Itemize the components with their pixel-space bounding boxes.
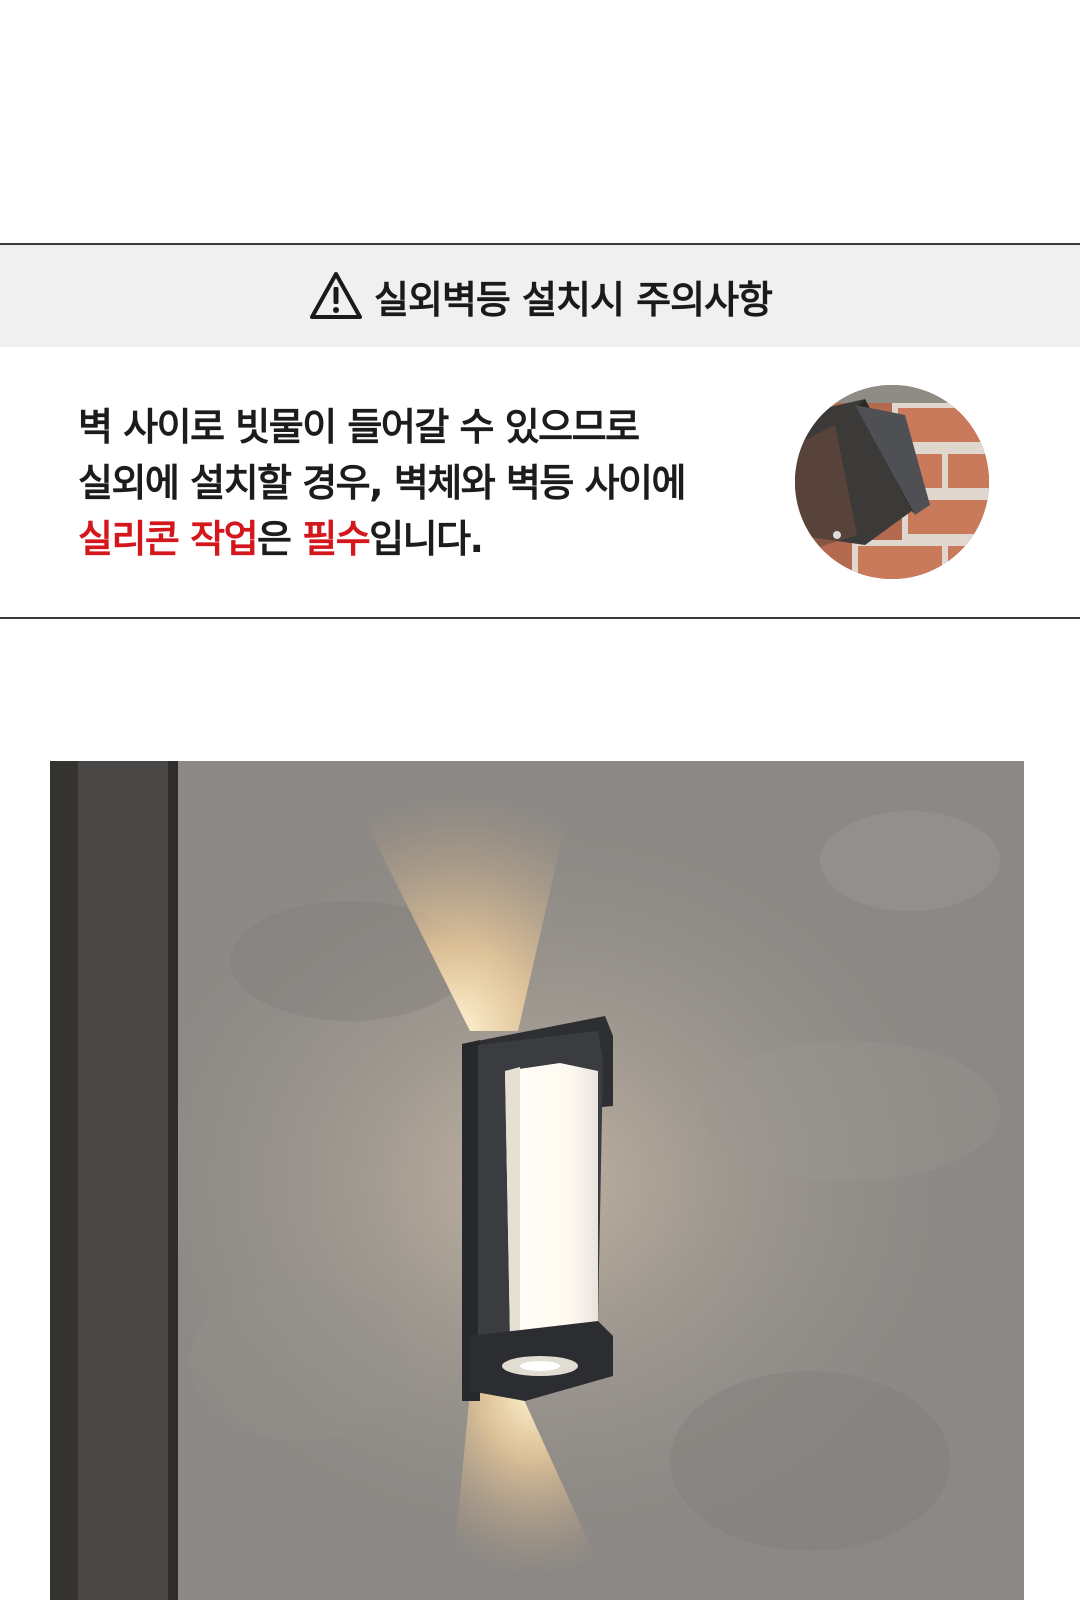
warning-triangle-icon bbox=[309, 272, 362, 319]
required-highlight: 필수 bbox=[302, 517, 370, 561]
notice-line-3: 실리콘 작업은 필수입니다. bbox=[78, 511, 758, 567]
silicone-detail-image bbox=[795, 385, 989, 579]
notice-title: 실외벽등 설치시 주의사항 bbox=[373, 277, 773, 322]
silicone-work-highlight: 실리콘 작업 bbox=[78, 517, 259, 561]
notice-message: 벽 사이로 빗물이 들어갈 수 있으므로 실외에 설치할 경우, 벽체와 벽등 … bbox=[78, 399, 758, 567]
installation-notice: 실외벽등 설치시 주의사항 벽 사이로 빗물이 들어갈 수 있으므로 실외에 설… bbox=[0, 243, 1080, 619]
notice-header: 실외벽등 설치시 주의사항 bbox=[0, 245, 1080, 347]
notice-line-1: 벽 사이로 빗물이 들어갈 수 있으므로 bbox=[78, 405, 640, 449]
notice-line-3-text-b: 입니다. bbox=[369, 517, 484, 561]
notice-line-2: 실외에 설치할 경우, 벽체와 벽등 사이에 bbox=[78, 461, 686, 505]
notice-body: 벽 사이로 빗물이 들어갈 수 있으므로 실외에 설치할 경우, 벽체와 벽등 … bbox=[0, 347, 1080, 617]
wall-lamp-product-image bbox=[50, 761, 1024, 1600]
notice-line-3-text-a: 은 bbox=[257, 517, 303, 561]
